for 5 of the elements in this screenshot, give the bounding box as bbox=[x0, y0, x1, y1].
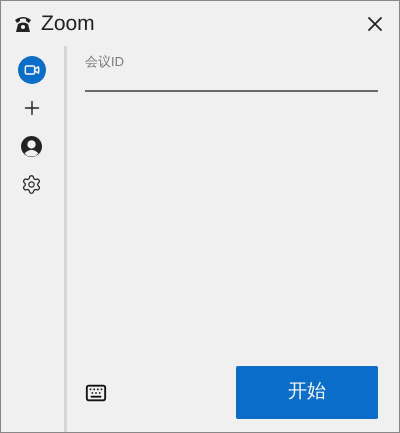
start-button[interactable]: 开始 bbox=[236, 366, 378, 419]
meeting-id-field[interactable]: 会议ID bbox=[85, 52, 378, 92]
video-icon[interactable] bbox=[18, 56, 46, 84]
phone-icon bbox=[13, 14, 33, 32]
window-title: Zoom bbox=[41, 10, 95, 37]
